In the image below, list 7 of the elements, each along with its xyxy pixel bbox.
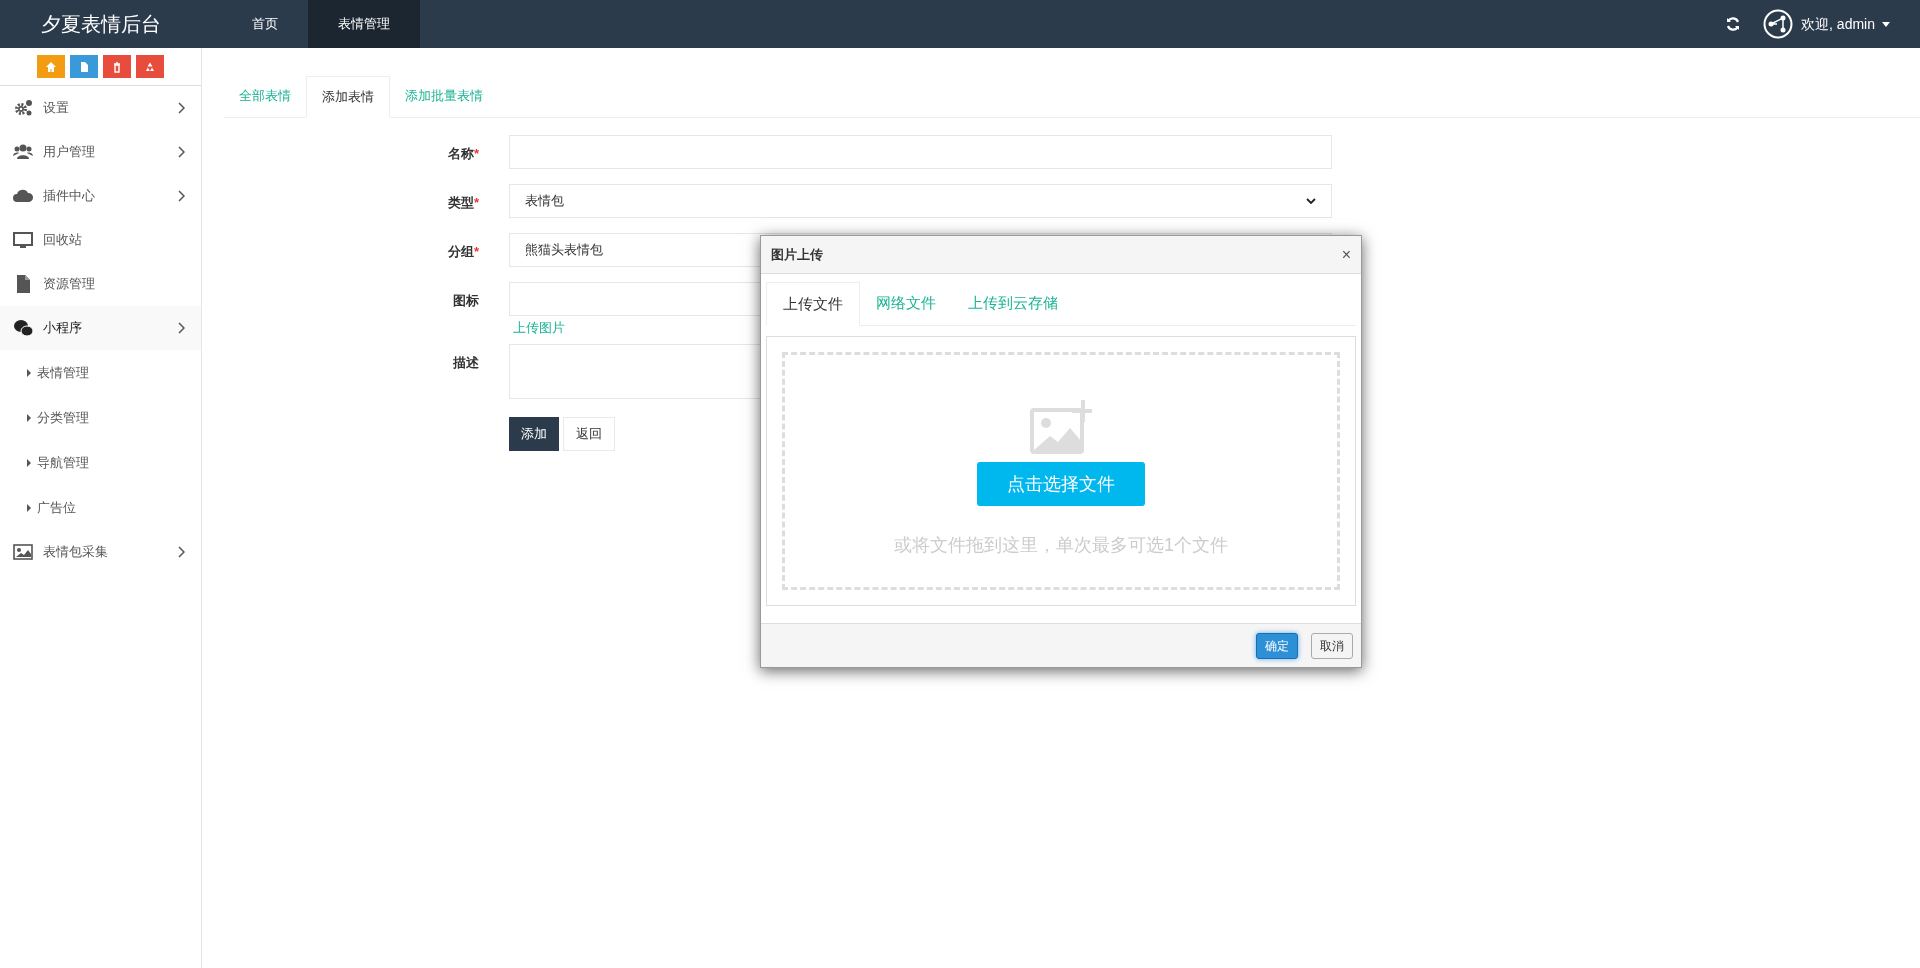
field-label: 描述	[452, 353, 480, 372]
field-label: 图标	[452, 292, 480, 310]
field-label: 名称*	[446, 145, 480, 163]
field-label: 类型*	[446, 194, 480, 212]
field-label: 分组*	[446, 243, 480, 261]
app-title: 夕夏表情后台	[41, 12, 161, 37]
dialog-title: 图片上传	[771, 245, 823, 264]
